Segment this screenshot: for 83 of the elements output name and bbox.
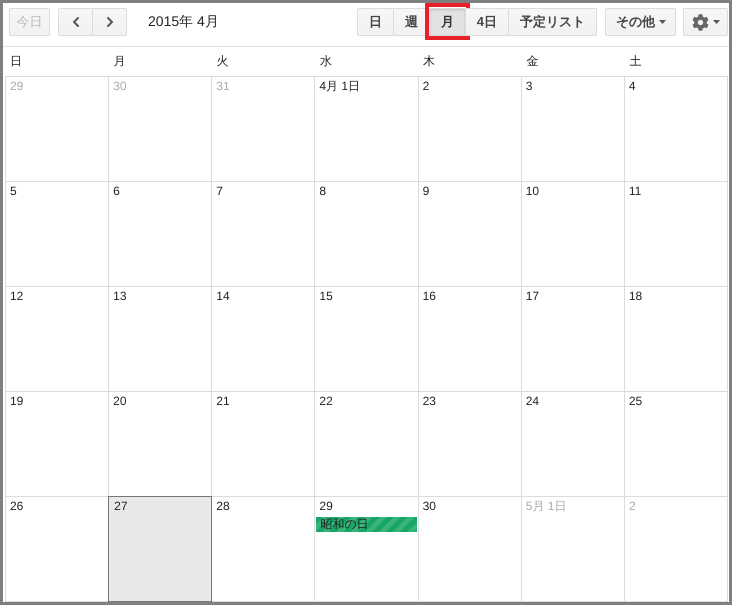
- date-label: 8: [318, 184, 326, 199]
- day-cell[interactable]: 6: [109, 182, 212, 287]
- date-label: 4月 1日: [318, 79, 360, 94]
- day-cell[interactable]: 11: [624, 182, 728, 287]
- day-cell[interactable]: 18: [624, 287, 728, 392]
- view-button[interactable]: 日: [356, 8, 394, 36]
- date-label: 23: [422, 394, 436, 409]
- day-cell[interactable]: 13: [109, 287, 212, 392]
- weekday-header: 水: [318, 53, 332, 70]
- date-label: 25: [628, 394, 642, 409]
- weekday-header: 木: [422, 53, 436, 70]
- day-cell[interactable]: 4月 1日: [315, 77, 419, 182]
- date-label: 27: [113, 499, 128, 514]
- next-button[interactable]: [92, 8, 127, 36]
- day-cell[interactable]: 10: [522, 182, 625, 287]
- day-cell[interactable]: 25: [624, 392, 728, 497]
- month-title: 2015年 4月: [148, 13, 219, 31]
- weekday-header: 月: [112, 53, 126, 70]
- view-button[interactable]: 月: [428, 8, 466, 36]
- settings-button[interactable]: [683, 8, 728, 36]
- day-cell[interactable]: 22: [315, 392, 419, 497]
- date-label: 16: [422, 289, 436, 304]
- date-label: 14: [215, 289, 230, 304]
- date-label: 19: [9, 394, 24, 409]
- day-cell[interactable]: 19: [6, 392, 110, 497]
- date-label: 20: [112, 394, 126, 409]
- day-cell[interactable]: 29 昭和の日: [315, 497, 419, 602]
- day-cell[interactable]: 28: [212, 497, 316, 602]
- day-cell[interactable]: 30: [418, 497, 522, 602]
- date-label: 29: [9, 79, 24, 94]
- weekday-header: 火: [216, 53, 229, 70]
- date-label: 31: [215, 79, 230, 94]
- day-cell[interactable]: 17: [522, 287, 625, 392]
- date-label: 21: [215, 394, 230, 409]
- date-label: 13: [112, 289, 126, 304]
- more-button[interactable]: その他: [605, 8, 676, 36]
- view-button[interactable]: 4日: [464, 8, 509, 36]
- date-label: 11: [628, 184, 642, 199]
- day-cell[interactable]: 14: [212, 287, 316, 392]
- day-cell[interactable]: 12: [6, 287, 110, 392]
- day-cell[interactable]: 27: [108, 496, 212, 602]
- date-label: 30: [422, 499, 436, 514]
- weekday-header: 土: [628, 53, 642, 70]
- day-cell[interactable]: 9: [418, 182, 522, 287]
- date-label: 24: [524, 394, 540, 409]
- date-label: 28: [215, 499, 230, 514]
- day-cell[interactable]: 23: [418, 392, 522, 497]
- date-label: 5月 1日: [524, 499, 566, 514]
- date-label: 12: [9, 289, 24, 304]
- day-cell[interactable]: 7: [212, 182, 316, 287]
- view-button[interactable]: 予定リスト: [508, 8, 597, 36]
- date-label: 2: [628, 499, 636, 514]
- caret-icon: [659, 20, 666, 24]
- date-label: 5: [9, 184, 17, 199]
- day-cell[interactable]: 3: [522, 77, 625, 182]
- date-label: 15: [318, 289, 333, 304]
- prev-button[interactable]: [58, 8, 93, 36]
- date-label: 10: [524, 184, 540, 199]
- day-cell[interactable]: 15: [315, 287, 419, 392]
- date-label: 6: [112, 184, 120, 199]
- date-label: 3: [524, 79, 532, 94]
- date-label: 26: [9, 499, 24, 514]
- day-cell[interactable]: 24: [522, 392, 625, 497]
- date-label: 17: [524, 289, 540, 304]
- day-cell[interactable]: 5: [6, 182, 110, 287]
- date-label: 4: [628, 79, 636, 94]
- date-label: 30: [112, 79, 126, 94]
- settings-icon: [692, 14, 708, 30]
- date-label: 18: [628, 289, 642, 304]
- day-cell[interactable]: 16: [418, 287, 522, 392]
- date-label: 2: [422, 79, 430, 94]
- event-chip[interactable]: 昭和の日: [316, 517, 417, 532]
- date-label: 22: [318, 394, 333, 409]
- caret-icon: [712, 20, 720, 24]
- day-cell[interactable]: 4: [624, 77, 728, 182]
- date-label: 9: [422, 184, 430, 199]
- date-label: 7: [215, 184, 223, 199]
- day-cell[interactable]: 21: [212, 392, 316, 497]
- day-cell[interactable]: 2: [418, 77, 522, 182]
- weekday-header: 日: [9, 53, 22, 70]
- weekday-header: 金: [525, 53, 538, 70]
- date-label: 29: [318, 499, 333, 514]
- day-cell[interactable]: 8: [315, 182, 419, 287]
